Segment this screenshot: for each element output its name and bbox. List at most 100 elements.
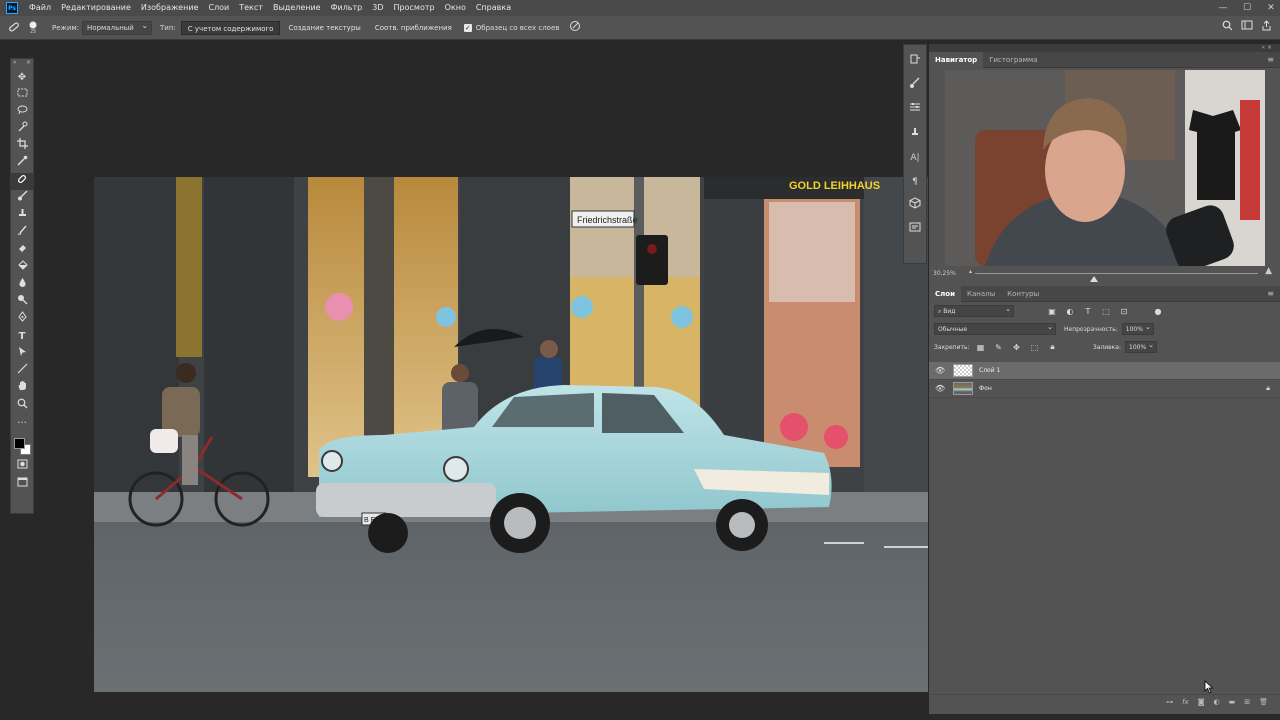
tab-channels[interactable]: Каналы [961, 286, 1001, 302]
adjustments-icon[interactable] [904, 101, 926, 119]
menu-3d[interactable]: 3D [367, 0, 388, 16]
eraser-tool-icon[interactable] [11, 242, 33, 259]
search-icon[interactable] [1222, 20, 1233, 33]
layers-menu-icon[interactable]: ≡ [1267, 286, 1274, 302]
close-icon[interactable]: × [26, 59, 31, 69]
lasso-tool-icon[interactable] [11, 104, 33, 121]
mode-select[interactable]: Нормальный [82, 20, 153, 35]
pressure-size-icon[interactable] [567, 20, 583, 36]
navigator-preview[interactable] [944, 70, 1265, 266]
filter-toggle-icon[interactable]: ● [1151, 307, 1165, 316]
menu-window[interactable]: Окно [440, 0, 471, 16]
lock-position-icon[interactable]: ✥ [1010, 343, 1024, 352]
layer-name[interactable]: Слой 1 [979, 367, 1000, 374]
filter-shape-icon[interactable]: ⬚ [1099, 307, 1113, 316]
opacity-input[interactable]: 100% [1121, 322, 1154, 335]
lock-artboard-icon[interactable]: ⬚ [1028, 343, 1042, 352]
filter-type-icon[interactable]: T [1081, 307, 1095, 316]
menu-help[interactable]: Справка [471, 0, 516, 16]
clone-stamp-tool-icon[interactable] [11, 207, 33, 224]
zoom-out-icon[interactable]: ▴ [969, 268, 972, 275]
fill-input[interactable]: 100% [1125, 340, 1157, 353]
minimize-button[interactable]: — [1218, 3, 1228, 13]
tab-paths[interactable]: Контуры [1001, 286, 1045, 302]
document-image[interactable]: GOLD LEIHHAUS Friedrichstraße B [94, 177, 928, 692]
quick-mask-icon[interactable] [11, 458, 33, 475]
menu-layers[interactable]: Слои [203, 0, 234, 16]
menu-type[interactable]: Текст [234, 0, 268, 16]
spot-healing-brush-icon[interactable] [6, 20, 22, 36]
layer-row[interactable]: 👁︎ Фон 🔒︎ [929, 380, 1280, 398]
dodge-tool-icon[interactable] [11, 294, 33, 311]
panel-collapse-icon[interactable]: « × [1261, 44, 1272, 51]
zoom-slider[interactable] [975, 273, 1258, 282]
zoom-value[interactable]: 30,25% [933, 270, 956, 277]
filter-smart-object-icon[interactable]: ⊡ [1117, 307, 1131, 316]
character-panel-icon[interactable]: A| [904, 149, 926, 167]
lock-all-icon[interactable]: 🔒︎ [1046, 342, 1060, 352]
layer-row[interactable]: 👁︎ Слой 1 [929, 362, 1280, 380]
path-selection-tool-icon[interactable] [11, 346, 33, 363]
type-proximity-match-button[interactable]: Соотв. приближения [369, 21, 458, 35]
marquee-tool-icon[interactable] [11, 86, 33, 103]
new-group-icon[interactable]: ▬ [1229, 698, 1236, 706]
brush-preset-picker[interactable]: 25 [22, 20, 44, 36]
maximize-button[interactable]: ☐ [1242, 3, 1252, 13]
3d-panel-icon[interactable] [904, 197, 926, 215]
eyedropper-tool-icon[interactable] [11, 155, 33, 172]
brush-tool-icon[interactable] [11, 190, 33, 207]
gradient-tool-icon[interactable] [11, 259, 33, 276]
visibility-eye-icon[interactable]: 👁︎ [935, 384, 945, 393]
lock-image-icon[interactable]: ✎ [992, 343, 1006, 352]
collapse-icon[interactable]: » [13, 59, 17, 69]
pen-tool-icon[interactable] [11, 311, 33, 328]
properties-panel-icon[interactable] [904, 221, 926, 239]
filter-kind-select[interactable]: ⌕ Вид [934, 304, 1014, 317]
add-mask-icon[interactable]: ◙ [1198, 698, 1205, 706]
layer-style-icon[interactable]: fx [1182, 698, 1189, 706]
delete-layer-icon[interactable]: 🗑︎ [1259, 698, 1268, 706]
foreground-color-swatch[interactable] [14, 438, 25, 450]
menu-file[interactable]: Файл [24, 0, 56, 16]
workspace-icon[interactable] [1241, 20, 1253, 33]
brush-settings-icon[interactable] [904, 77, 926, 95]
tab-navigator[interactable]: Навигатор [929, 51, 984, 68]
screen-mode-icon[interactable] [11, 476, 33, 493]
clone-source-icon[interactable] [904, 125, 926, 143]
menu-view[interactable]: Просмотр [389, 0, 440, 16]
link-layers-icon[interactable]: ⊶ [1166, 698, 1173, 706]
menu-filter[interactable]: Фильтр [326, 0, 368, 16]
blur-tool-icon[interactable] [11, 277, 33, 294]
crop-tool-icon[interactable] [11, 138, 33, 155]
history-brush-tool-icon[interactable] [11, 225, 33, 242]
sample-all-layers-checkbox[interactable]: ✓ Образец со всех слоев [463, 23, 559, 32]
spot-healing-tool-icon[interactable] [11, 172, 33, 191]
hand-tool-icon[interactable] [11, 380, 33, 397]
menu-select[interactable]: Выделение [268, 0, 326, 16]
panel-menu-icon[interactable]: ≡ [1267, 52, 1274, 68]
filter-adjustment-icon[interactable]: ◐ [1063, 307, 1077, 316]
zoom-in-icon[interactable]: ▲ [1265, 266, 1272, 276]
layer-name[interactable]: Фон [979, 385, 992, 392]
zoom-tool-icon[interactable] [11, 398, 33, 415]
tab-layers[interactable]: Слои [929, 285, 961, 302]
quick-selection-tool-icon[interactable] [11, 121, 33, 138]
type-create-texture-button[interactable]: Создание текстуры [282, 21, 366, 35]
menu-edit[interactable]: Редактирование [56, 0, 136, 16]
menu-image[interactable]: Изображение [136, 0, 204, 16]
type-content-aware-button[interactable]: С учетом содержимого [180, 20, 281, 35]
line-tool-icon[interactable] [11, 363, 33, 380]
color-swatches[interactable] [11, 432, 33, 458]
lock-transparent-icon[interactable]: ▦ [974, 343, 988, 352]
more-tools-icon[interactable]: ··· [11, 415, 33, 432]
lock-icon[interactable]: 🔒︎ [1266, 384, 1270, 393]
paragraph-panel-icon[interactable]: ¶ [904, 173, 926, 191]
filter-pixel-icon[interactable]: ▣ [1045, 307, 1059, 316]
new-layer-icon[interactable]: ⊞ [1244, 698, 1250, 706]
close-button[interactable]: ✕ [1266, 3, 1276, 13]
tab-histogram[interactable]: Гистограмма [983, 52, 1043, 68]
history-panel-icon[interactable] [904, 53, 926, 71]
type-tool-icon[interactable]: T [11, 328, 33, 345]
visibility-eye-icon[interactable]: 👁︎ [935, 366, 945, 375]
zoom-slider-handle[interactable] [1089, 276, 1098, 282]
